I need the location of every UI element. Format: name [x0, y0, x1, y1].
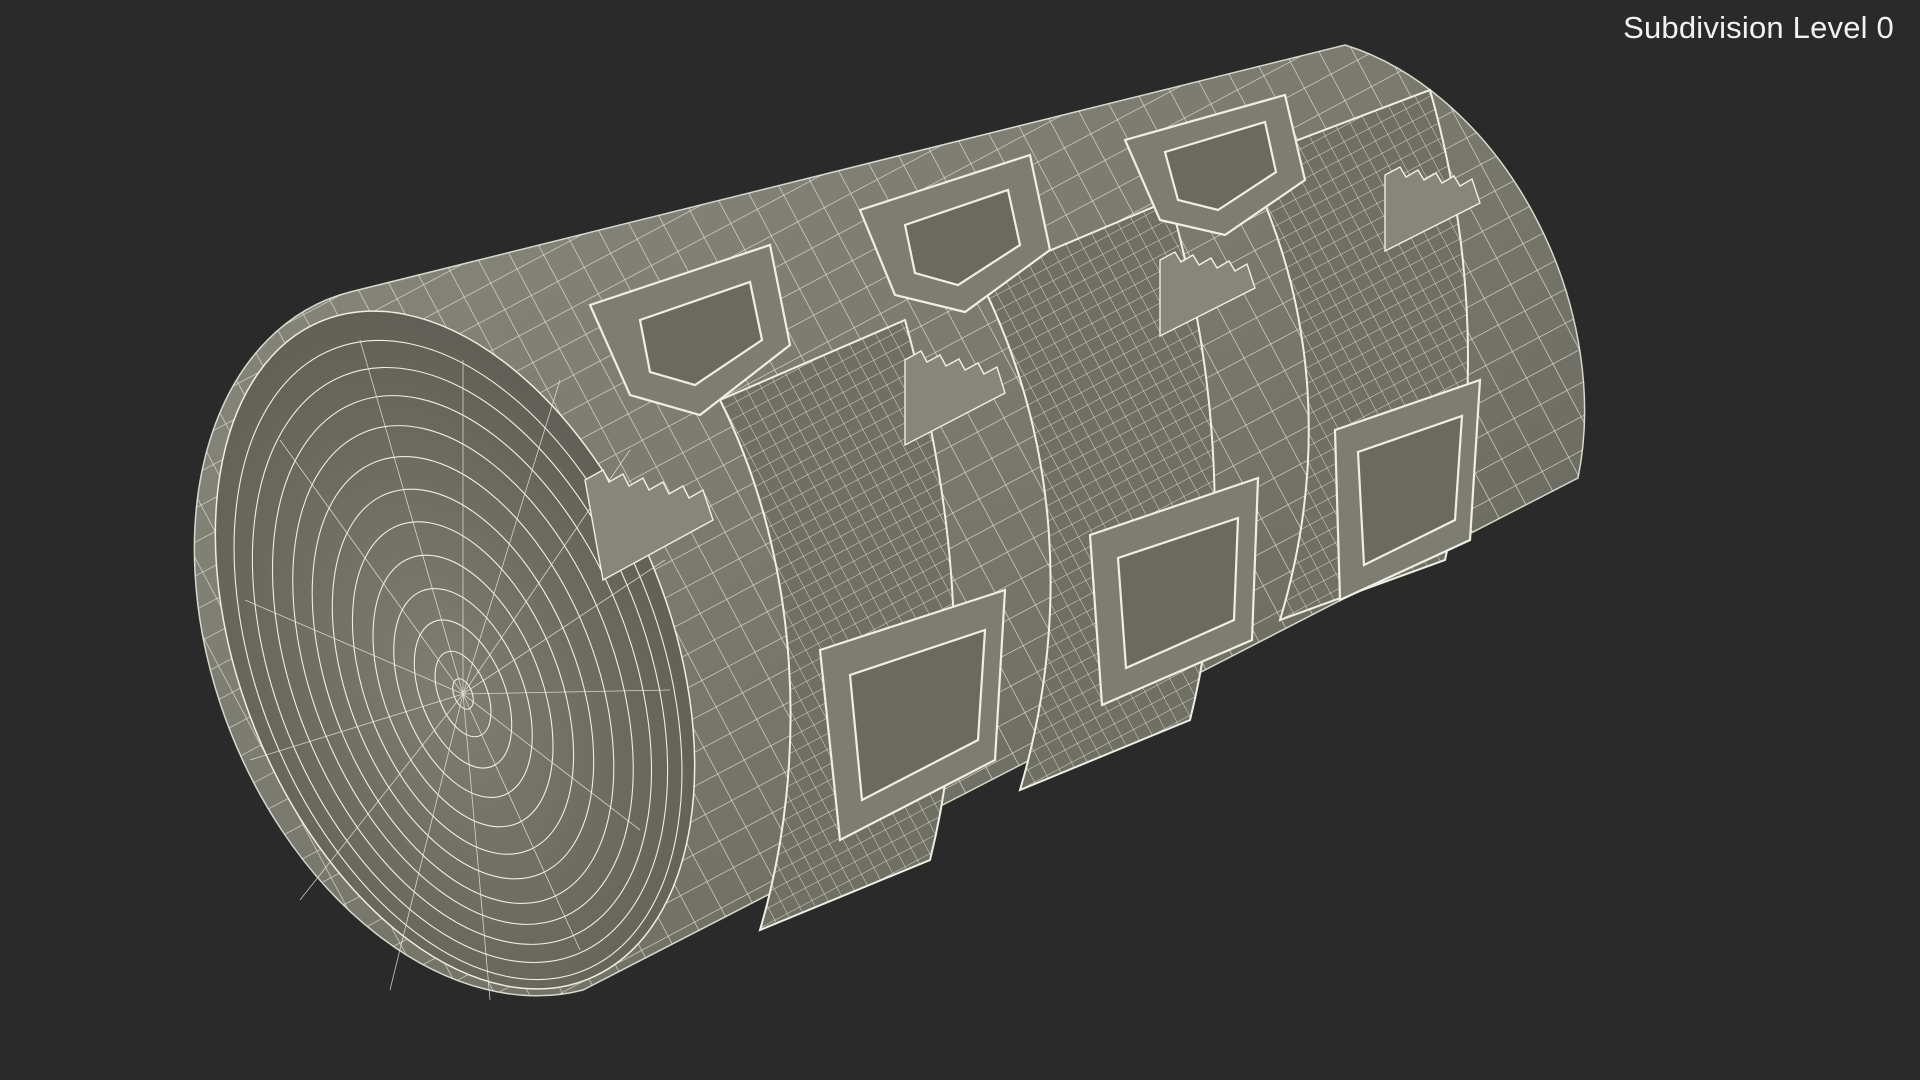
bandage-roll-render [193, 44, 1586, 1001]
3d-viewport[interactable]: Subdivision Level 0 [0, 0, 1920, 1080]
subdivision-level-label: Subdivision Level 0 [1623, 10, 1894, 45]
